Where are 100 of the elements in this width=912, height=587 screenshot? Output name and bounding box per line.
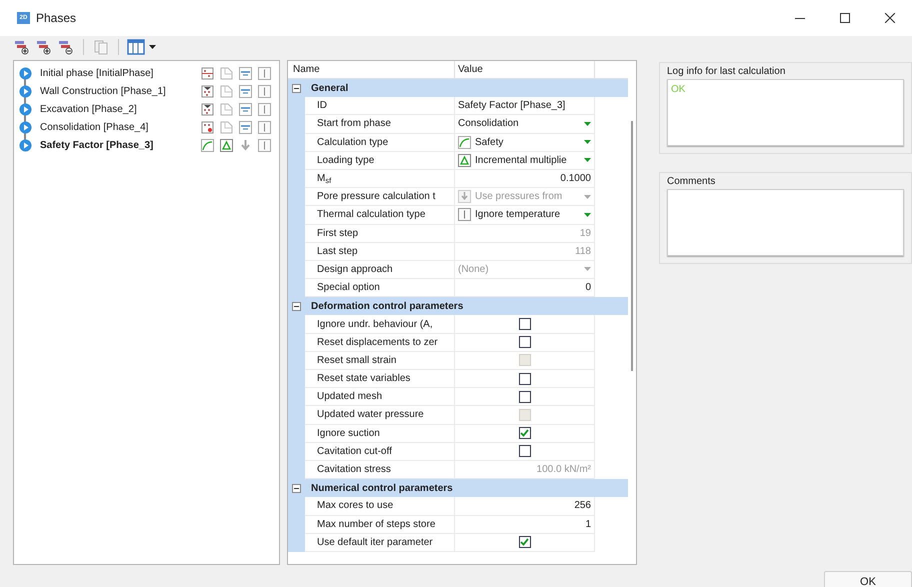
- property-name: Special option: [317, 281, 380, 296]
- value-text: 0: [585, 281, 591, 296]
- collapse-icon[interactable]: [292, 302, 301, 311]
- property-name: Pore pressure calculation t: [317, 190, 436, 204]
- water-level-icon: [239, 66, 252, 80]
- add-icon: [36, 39, 52, 55]
- page-icon: [220, 66, 233, 80]
- insert-phase-button[interactable]: [13, 38, 31, 56]
- comments-field[interactable]: [667, 189, 904, 256]
- columns-button[interactable]: [127, 38, 156, 56]
- caret-icon: [149, 45, 156, 49]
- group-title: Numerical control parameters: [311, 482, 453, 496]
- caret-icon: [584, 122, 591, 126]
- curve-icon: [458, 136, 471, 149]
- group-label: Log info for last calculation: [667, 65, 786, 79]
- copy-icon: [93, 39, 109, 55]
- property-name: Updated mesh: [317, 390, 382, 404]
- value-text: 100.0 kN/m²: [536, 463, 591, 478]
- property-name: Ignore suction: [317, 426, 380, 441]
- page-icon: [220, 102, 233, 116]
- thermometer-icon: [458, 208, 471, 222]
- property-name: Reset small strain: [317, 354, 396, 368]
- arrow-icon: [239, 139, 252, 152]
- phase-item[interactable]: Safety Factor [Phase_3]: [40, 138, 154, 154]
- table-icon: [127, 39, 145, 55]
- property-name: Loading type: [317, 154, 374, 168]
- value-text: 0.1000: [560, 172, 591, 186]
- property-name: Cavitation stress: [317, 463, 391, 478]
- property-name: Last step: [317, 244, 358, 259]
- value-dropdown[interactable]: Incremental multiplie: [458, 152, 591, 169]
- delta-icon: [220, 139, 233, 152]
- property-name: Design approach: [317, 262, 393, 277]
- group-title: General: [311, 82, 348, 96]
- value-dropdown[interactable]: Safety: [458, 134, 591, 151]
- window-title: Phases: [36, 10, 76, 27]
- property-name: Cavitation cut-off: [317, 444, 392, 459]
- property-name: Use default iter parameter: [317, 536, 433, 550]
- checkbox[interactable]: [518, 445, 530, 458]
- play-icon: [19, 66, 32, 80]
- property-name: Max cores to use: [317, 499, 394, 514]
- property-name: ID: [317, 99, 327, 114]
- phase-item[interactable]: Wall Construction [Phase_1]: [40, 84, 166, 99]
- property-name: Reset displacements to zer: [317, 336, 438, 350]
- caret-icon: [584, 267, 591, 272]
- property-name: Ignore undr. behaviour (A,: [317, 318, 433, 332]
- property-name: M$_{sf}$: [317, 172, 332, 186]
- add-phase-button[interactable]: [35, 38, 53, 56]
- layers-icon: [201, 66, 214, 80]
- checkbox[interactable]: [518, 318, 530, 330]
- water-level-icon: [239, 121, 252, 134]
- column-header[interactable]: Value: [458, 62, 483, 77]
- property-name: Start from phase: [317, 117, 391, 132]
- delete-phase-button[interactable]: [57, 38, 75, 56]
- play-icon: [19, 84, 32, 98]
- play-icon: [19, 102, 32, 116]
- delta-icon: [458, 154, 471, 167]
- property-name: Thermal calculation type: [317, 208, 426, 222]
- value-text: 256: [574, 499, 591, 514]
- value-dropdown[interactable]: Ignore temperature: [458, 206, 591, 224]
- checkbox[interactable]: [518, 372, 530, 385]
- maximize-icon: [840, 13, 850, 23]
- log-text: OK: [671, 84, 686, 95]
- caret-icon: [584, 158, 591, 162]
- phase-item[interactable]: Excavation [Phase_2]: [40, 102, 137, 117]
- add-icon: [14, 39, 30, 55]
- ok-button[interactable]: OK: [824, 571, 912, 587]
- column-header[interactable]: Name: [293, 62, 320, 77]
- caret-icon: [584, 212, 591, 217]
- value-text: 1: [585, 518, 591, 532]
- checkmark-icon: [520, 429, 529, 438]
- dots-icon: [201, 84, 214, 98]
- curve-icon: [201, 139, 214, 152]
- checkbox[interactable]: [518, 536, 530, 548]
- checkbox[interactable]: [518, 336, 530, 348]
- property-name: Updated water pressure: [317, 408, 424, 422]
- group-header[interactable]: General: [288, 79, 628, 98]
- group-label: Comments: [667, 175, 716, 189]
- page-icon: [220, 84, 233, 98]
- checkbox[interactable]: [518, 390, 530, 403]
- group-header[interactable]: Deformation control parameters: [288, 297, 628, 316]
- play-icon: [19, 121, 32, 134]
- water-level-icon: [239, 102, 252, 116]
- remove-icon: [58, 39, 74, 55]
- collapse-icon[interactable]: [292, 484, 301, 493]
- caret-icon: [584, 194, 591, 199]
- caret-icon: [584, 140, 591, 144]
- play-icon: [19, 139, 32, 152]
- dots-icon: [201, 102, 214, 116]
- phase-item[interactable]: Consolidation [Phase_4]: [40, 120, 148, 136]
- group-header[interactable]: Numerical control parameters: [288, 479, 628, 498]
- value-text: Safety Factor [Phase_3]: [458, 99, 566, 114]
- group-title: Deformation control parameters: [311, 300, 464, 314]
- thermometer-icon: [258, 102, 271, 116]
- value-dropdown[interactable]: Consolidation: [458, 115, 591, 133]
- checkbox[interactable]: [518, 427, 530, 440]
- phase-item[interactable]: Initial phase [InitialPhase]: [40, 66, 154, 81]
- checkmark-icon: [520, 538, 529, 546]
- collapse-icon[interactable]: [292, 84, 301, 93]
- arrow-icon: [458, 190, 471, 204]
- thermometer-icon: [258, 121, 271, 134]
